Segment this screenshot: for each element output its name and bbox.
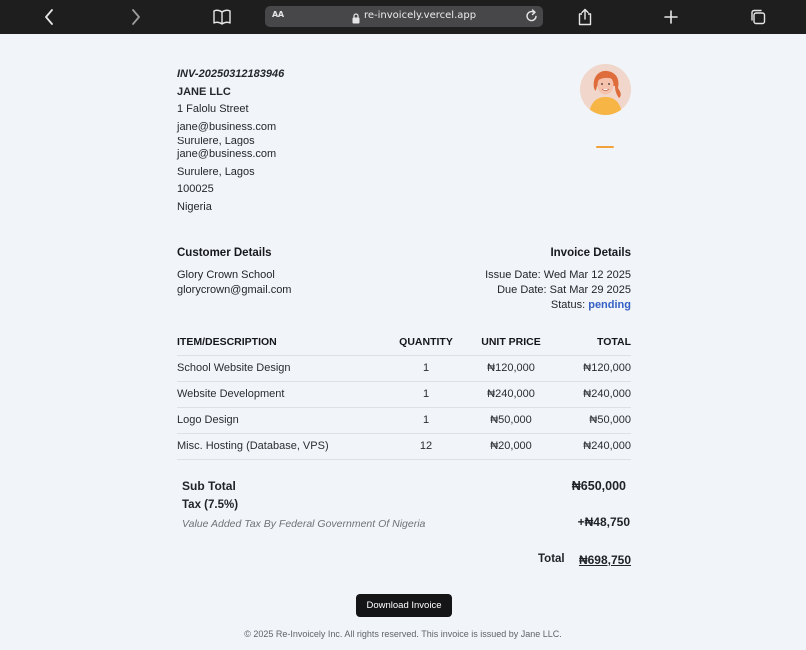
header-item: ITEM/DESCRIPTION (177, 330, 386, 356)
back-icon[interactable] (44, 9, 54, 25)
status-label: Status: (550, 299, 586, 311)
subtotal-value: ₦650,000 (571, 479, 626, 493)
download-invoice-button[interactable]: Download Invoice (356, 594, 452, 617)
cell-quantity: 1 (386, 381, 466, 408)
table-row: Misc. Hosting (Database, VPS) 12 ₦20,000… (177, 433, 631, 460)
avatar-fragment (596, 146, 614, 148)
header-total: TOTAL (556, 330, 631, 356)
cell-item: Misc. Hosting (Database, VPS) (177, 433, 386, 460)
url-text: re-invoicely.vercel.app (364, 10, 477, 21)
invoice-details-title: Invoice Details (550, 247, 631, 259)
seller-country: Nigeria (177, 200, 212, 213)
tax-value: +₦48,750 (577, 515, 630, 529)
seller-email: jane@business.com (177, 121, 277, 134)
new-tab-icon[interactable] (664, 10, 678, 24)
cell-total: ₦240,000 (556, 381, 631, 408)
table-row: Logo Design 1 ₦50,000 ₦50,000 (177, 407, 631, 434)
bookmarks-icon[interactable] (213, 9, 231, 25)
reload-icon[interactable] (525, 9, 538, 28)
status-badge: pending (588, 299, 631, 311)
browser-toolbar: AA re-invoicely.vercel.app (0, 0, 806, 34)
table-row: Website Development 1 ₦240,000 ₦240,000 (177, 381, 631, 408)
lock-icon (352, 11, 360, 24)
cell-quantity: 1 (386, 355, 466, 382)
customer-email: glorycrown@gmail.com (177, 284, 292, 296)
avatar (580, 64, 631, 115)
issue-date: Issue Date: Wed Mar 12 2025 (485, 269, 631, 281)
seller-city-clipped: Surulere, Lagos (177, 137, 284, 146)
cell-unit-price: ₦50,000 (466, 407, 556, 434)
address-bar[interactable]: AA re-invoicely.vercel.app (265, 6, 543, 27)
customer-details: Customer Details Glory Crown School glor… (177, 247, 292, 298)
seller-city-clipped-text: Surulere, Lagos (177, 136, 255, 146)
cell-item: School Website Design (177, 355, 386, 382)
seller-postcode: 100025 (177, 183, 214, 196)
header-unit-price: UNIT PRICE (466, 330, 556, 356)
text-size-button[interactable]: AA (272, 10, 284, 19)
seller-city: Surulere, Lagos (177, 165, 255, 178)
table-header-row: ITEM/DESCRIPTION QUANTITY UNIT PRICE TOT… (177, 330, 631, 356)
table-row: School Website Design 1 ₦120,000 ₦120,00… (177, 355, 631, 382)
invoice-details: Invoice Details Issue Date: Wed Mar 12 2… (485, 247, 631, 313)
seller-email-2: jane@business.com (177, 147, 277, 160)
cell-item: Logo Design (177, 407, 386, 434)
forward-icon[interactable] (131, 9, 141, 25)
cell-unit-price: ₦120,000 (466, 355, 556, 382)
cell-item: Website Development (177, 381, 386, 408)
cell-unit-price: ₦20,000 (466, 433, 556, 460)
seller-name: JANE LLC (177, 85, 231, 98)
total-value: ₦698,750 (578, 553, 631, 567)
cell-total: ₦50,000 (556, 407, 631, 434)
header-quantity: QUANTITY (386, 330, 466, 356)
tax-label: Tax (7.5%) (182, 499, 239, 511)
cell-quantity: 1 (386, 407, 466, 434)
invoice-number: INV-20250312183946 (177, 68, 285, 80)
subtotal-label: Sub Total (182, 479, 236, 493)
share-icon[interactable] (578, 8, 592, 26)
cell-unit-price: ₦240,000 (466, 381, 556, 408)
seller-street: 1 Falolu Street (177, 103, 249, 116)
due-date: Due Date: Sat Mar 29 2025 (497, 284, 631, 296)
cell-total: ₦120,000 (556, 355, 631, 382)
status-line: Status: pending (485, 298, 631, 313)
tabs-overview-icon[interactable] (750, 9, 766, 25)
cell-total: ₦240,000 (556, 433, 631, 460)
cell-quantity: 12 (386, 433, 466, 460)
total-label: Total (538, 553, 565, 565)
seller-block: INV-20250312183946 JANE LLC 1 Falolu Str… (177, 66, 284, 217)
tax-description: Value Added Tax By Federal Government Of… (182, 518, 426, 530)
items-table: ITEM/DESCRIPTION QUANTITY UNIT PRICE TOT… (177, 330, 631, 460)
invoice-page: INV-20250312183946 JANE LLC 1 Falolu Str… (0, 34, 806, 650)
footer-text: © 2025 Re-Invoicely Inc. All rights rese… (244, 629, 562, 639)
customer-details-title: Customer Details (177, 247, 272, 259)
customer-name: Glory Crown School (177, 269, 275, 281)
